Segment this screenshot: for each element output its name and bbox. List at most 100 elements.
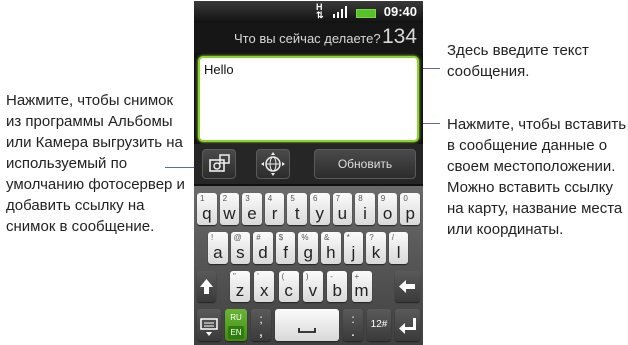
key-k-alt-label: ? [369,233,374,242]
callout-location: Нажмите, чтобы вставить в сообщение данн… [447,116,627,238]
key-r-alt-label: 4 [267,194,273,203]
keyboard: 1q2w3e4r5t6y7u8i9o0p ! a @ s # d $ f% g & h * j? k / l … [194,186,423,345]
key-b[interactable]: -b [327,271,348,302]
key-v[interactable]: ) v [302,271,323,302]
key-b-alt-label: - [330,272,333,281]
key-u[interactable]: 7u [332,193,353,225]
key-i[interactable]: 8i [355,193,375,225]
language-switch-key[interactable]: RU EN [225,309,247,341]
action-bar: Обновить [194,144,423,184]
compose-prompt: Что вы сейчас делаете? [234,31,381,46]
key-a-alt-label: ! [211,233,214,242]
key-h-label: h [326,243,336,262]
key-q[interactable]: 1q [197,193,217,225]
enter-arrow-icon [399,318,416,334]
key-p-alt-label: 0 [403,194,408,203]
backspace-arrow-icon [399,280,415,293]
key-i-label: i [363,204,367,223]
character-counter: 134 [381,25,417,48]
key-d[interactable]: # d [253,232,273,264]
key-g[interactable]: % g [298,232,318,264]
key-s[interactable]: @ s [230,232,251,264]
compose-header: Что вы сейчас делаете? 134 [194,23,423,53]
key-l-label: l [396,243,401,262]
key-k[interactable]: ? k [366,232,386,264]
enter-key[interactable] [395,309,420,341]
battery-icon [356,9,376,18]
key-k-label: k [371,243,381,262]
camera-icon [209,154,230,172]
key-c-label: c [284,281,293,300]
key-w-label: w [223,204,236,223]
message-input[interactable]: Hello [198,56,419,142]
key-s-alt-label: @ [233,233,242,242]
key-c[interactable]: (c [278,271,299,302]
key-p[interactable]: 0p [400,193,420,225]
key-e-label: e [247,204,257,223]
key-e[interactable]: 3e [242,193,262,225]
key-t-label: t [294,204,300,223]
space-key[interactable] [275,309,339,341]
language-top: RU [230,313,242,322]
key-h[interactable]: & h [321,232,341,264]
callout-message-text: Здесь введите текст сообщения. [447,42,589,80]
location-globe-icon [261,152,285,176]
key-y-label: y [315,204,325,223]
message-input-value: Hello [204,62,234,77]
key-q-label: q [202,204,212,223]
key-f[interactable]: $ f [275,232,296,264]
key-g-alt-label: % [301,233,309,242]
key-d-label: d [258,243,268,262]
colon-period-key[interactable]: : . [343,309,363,341]
key-x-alt-label: ' [257,272,259,281]
key-j[interactable]: * j [343,232,364,264]
key-y[interactable]: 6y [310,193,330,225]
key-x-label: x [260,281,269,300]
key-m-alt-label: + [354,272,360,281]
insert-location-button[interactable] [256,149,290,179]
key-c-alt-label: ( [281,272,285,281]
key-a[interactable]: ! a [208,232,228,264]
semicolon-comma-key[interactable]: ; , [251,309,271,341]
key-s-label: s [236,243,245,262]
key-z-alt-label: " [233,272,236,281]
key-q-alt-label: 1 [200,194,205,203]
key-w[interactable]: 2w [219,193,240,225]
key-z-label: z [235,281,245,300]
keyboard-hide-key[interactable] [197,309,221,341]
space-bar-icon [298,328,316,333]
period-label: . [350,323,356,340]
phone-screen: H ⇅ 09:40 Что вы сейчас делаете? 134 Hell… [194,1,423,345]
key-l-alt-label: / [391,233,395,242]
update-button[interactable]: Обновить [314,149,416,179]
key-r-label: r [271,204,278,223]
key-o[interactable]: 9o [377,193,398,225]
key-r[interactable]: 4r [264,193,285,225]
key-f-label: f [283,243,288,262]
symbols-label: 12# [370,319,388,330]
language-bottom: EN [228,326,244,339]
backspace-key[interactable] [395,271,420,302]
key-j-label: j [351,243,356,262]
signal-icon [333,6,347,18]
symbols-key[interactable]: 12# [367,309,391,341]
key-o-label: o [382,204,393,223]
key-t[interactable]: 5t [287,193,307,225]
key-d-alt-label: # [256,233,261,242]
attach-photo-button[interactable] [202,149,236,179]
key-l[interactable]: / l [388,232,409,264]
key-h-alt-label: & [324,233,330,242]
key-o-alt-label: 9 [380,194,386,203]
key-j-alt-label: * [346,233,350,242]
key-b-label: b [332,281,342,300]
key-x[interactable]: ' x [254,271,275,302]
key-e-alt-label: 3 [245,194,250,203]
comma-label: , [258,323,264,340]
shift-key[interactable] [197,271,216,302]
keyboard-icon [200,318,218,336]
key-m[interactable]: + m [351,271,372,302]
key-i-alt-label: 8 [358,194,363,203]
callout-photo-upload: Нажмите, чтобы снимок из программы Альбо… [6,92,185,235]
key-y-alt-label: 6 [313,194,318,203]
key-z[interactable]: " z [230,271,250,302]
